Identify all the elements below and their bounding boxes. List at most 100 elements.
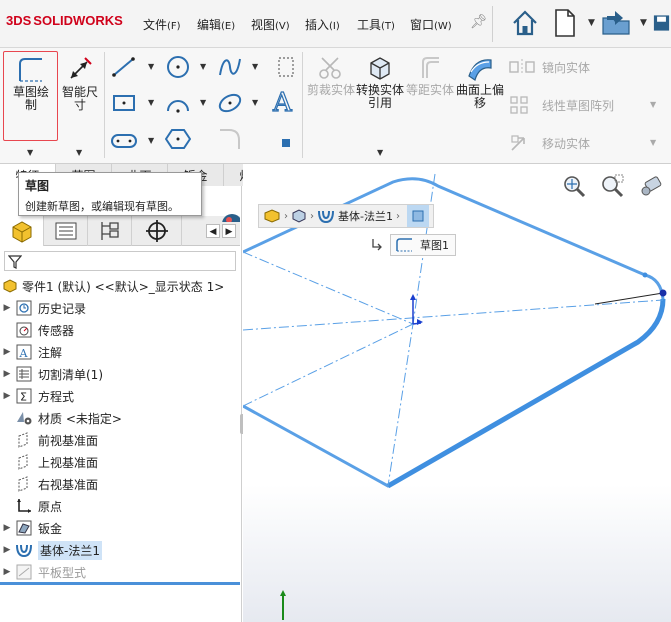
expand-icon[interactable]: ▶ <box>0 391 14 401</box>
mirror-entities-button[interactable]: 镜向实体 <box>508 58 590 76</box>
tree-item-base-flange[interactable]: ▶ 基体-法兰1 <box>0 539 240 561</box>
feature-manager-tab[interactable] <box>0 216 44 246</box>
previous-view-icon[interactable] <box>638 172 666 200</box>
child-arrow-icon <box>372 239 382 251</box>
ellipse-icon[interactable] <box>216 90 244 116</box>
tree-item-equations[interactable]: ▶ Σ 方程式 <box>0 385 240 407</box>
chevron-left-icon[interactable]: ◀ <box>206 224 220 238</box>
tree-item-label: 材质 <未指定> <box>38 411 122 426</box>
menu-edit[interactable]: 编辑(E) <box>197 16 235 33</box>
text-icon[interactable]: A <box>270 87 298 115</box>
model-viewport[interactable] <box>243 164 671 622</box>
smart-dimension-button[interactable]: 智能尺寸 <box>58 56 102 112</box>
expand-icon[interactable]: ▶ <box>0 369 14 379</box>
expand-icon[interactable]: ▶ <box>0 567 14 577</box>
tree-item-annotations[interactable]: ▶ A 注解 <box>0 341 240 363</box>
menu-tools[interactable]: 工具(T) <box>357 16 395 33</box>
menu-window[interactable]: 窗口(W) <box>410 16 452 33</box>
linear-sketch-pattern-button[interactable]: 线性草图阵列 <box>508 94 614 116</box>
polygon-icon[interactable] <box>164 126 192 152</box>
chevron-down-icon[interactable]: ▼ <box>588 18 595 28</box>
breadcrumb-sketch-label: 草图1 <box>420 239 449 252</box>
tree-item-cut-list[interactable]: ▶ 切割清单(1) <box>0 363 240 385</box>
tree-item-sheet-metal[interactable]: ▶ 钣金 <box>0 517 240 539</box>
tree-filter-input[interactable] <box>4 251 236 271</box>
offset-on-surface-button[interactable]: 曲面上偏移 <box>456 54 504 110</box>
menu-view[interactable]: 视图(V) <box>251 16 290 33</box>
tree-item-right-plane[interactable]: 右视基准面 <box>0 473 240 495</box>
line-icon[interactable] <box>110 54 138 80</box>
fillet-icon <box>216 126 244 152</box>
expand-icon[interactable]: ▶ <box>0 347 14 357</box>
filter-icon[interactable] <box>8 255 22 269</box>
home-icon[interactable] <box>508 6 542 40</box>
chevron-down-icon[interactable]: ▼ <box>148 62 154 71</box>
slot-icon[interactable] <box>110 128 138 154</box>
open-file-icon[interactable] <box>600 6 634 40</box>
chevron-right-icon[interactable]: ▶ <box>222 224 236 238</box>
ribbon-divider <box>104 52 105 158</box>
chevron-down-icon[interactable]: ▼ <box>200 62 206 71</box>
trim-entities-button[interactable]: 剪裁实体 <box>307 54 355 97</box>
breadcrumb-feature[interactable]: 基体-法兰1 <box>338 208 393 224</box>
sketch-command[interactable]: 草图绘制 <box>8 56 54 112</box>
chevron-down-icon[interactable]: ▼ <box>27 148 33 157</box>
chevron-right-icon: › <box>310 210 314 222</box>
tree-item-origin[interactable]: 原点 <box>0 495 240 517</box>
solid-body-icon[interactable] <box>291 208 307 224</box>
base-flange-icon[interactable] <box>317 208 335 224</box>
tree-item-label: 前视基准面 <box>38 433 99 448</box>
expand-icon[interactable]: ▶ <box>0 303 14 313</box>
chevron-down-icon[interactable]: ▼ <box>377 148 383 157</box>
part-icon[interactable] <box>263 208 281 224</box>
solidworks-logo[interactable]: 3DS SOLIDWORKS <box>6 13 123 28</box>
dimxpert-tab[interactable] <box>132 216 182 246</box>
arc-center-point[interactable] <box>659 289 667 297</box>
sketch-plane-icon[interactable] <box>406 205 429 227</box>
chevron-down-icon[interactable]: ▼ <box>650 100 656 109</box>
material-icon <box>14 409 34 427</box>
menu-file[interactable]: 文件(F) <box>143 16 181 33</box>
tree-item-top-plane[interactable]: 上视基准面 <box>0 451 240 473</box>
chevron-down-icon[interactable]: ▼ <box>252 98 258 107</box>
breadcrumb-sketch[interactable]: 草图1 <box>390 234 456 256</box>
menu-insert[interactable]: 插入(I) <box>305 16 340 33</box>
zoom-to-area-icon[interactable] <box>598 172 626 200</box>
chevron-down-icon[interactable]: ▼ <box>148 136 154 145</box>
tree-item-sensors[interactable]: 传感器 <box>0 319 240 341</box>
new-document-icon[interactable] <box>548 6 582 40</box>
tree-root-part[interactable]: 零件1 (默认) <<默认>_显示状态 1> <box>0 275 240 297</box>
chevron-down-icon[interactable]: ▼ <box>148 98 154 107</box>
graphics-area[interactable] <box>243 164 671 622</box>
move-entities-button[interactable]: 移动实体 <box>508 132 590 154</box>
chevron-right-icon: › <box>395 210 400 222</box>
save-icon[interactable] <box>652 6 671 40</box>
configuration-manager-tab[interactable] <box>88 216 132 246</box>
point-icon[interactable] <box>272 130 300 156</box>
expand-icon[interactable]: ▶ <box>0 523 14 533</box>
sketch-point[interactable] <box>642 272 648 278</box>
tree-item-material[interactable]: 材质 <未指定> <box>0 407 240 429</box>
arc-icon[interactable] <box>164 90 192 116</box>
property-manager-tab[interactable] <box>44 216 88 246</box>
convert-entities-button[interactable]: 转换实体引用 <box>356 54 404 110</box>
tree-item-flat-pattern[interactable]: ▶ 平板型式 <box>0 561 240 583</box>
tree-item-front-plane[interactable]: 前视基准面 <box>0 429 240 451</box>
rectangle-icon[interactable] <box>110 90 138 116</box>
zoom-to-fit-icon[interactable] <box>560 172 588 200</box>
spline-icon[interactable] <box>216 54 244 80</box>
expand-icon[interactable]: ▶ <box>0 545 14 555</box>
app-name: SOLIDWORKS <box>33 13 123 28</box>
circle-icon[interactable] <box>164 54 192 80</box>
chevron-down-icon[interactable]: ▼ <box>640 18 647 28</box>
pin-icon[interactable]: 📌︎ <box>470 14 488 30</box>
display-relations-icon[interactable] <box>272 54 300 80</box>
offset-entities-button[interactable]: 等距实体 <box>406 54 454 97</box>
chevron-down-icon[interactable]: ▼ <box>252 62 258 71</box>
display-manager-icon[interactable] <box>220 208 240 222</box>
linear-pattern-label: 线性草图阵列 <box>542 98 615 113</box>
chevron-down-icon[interactable]: ▼ <box>200 98 206 107</box>
chevron-down-icon[interactable]: ▼ <box>650 138 656 147</box>
chevron-down-icon[interactable]: ▼ <box>76 148 82 157</box>
tree-item-history[interactable]: ▶ 历史记录 <box>0 297 240 319</box>
